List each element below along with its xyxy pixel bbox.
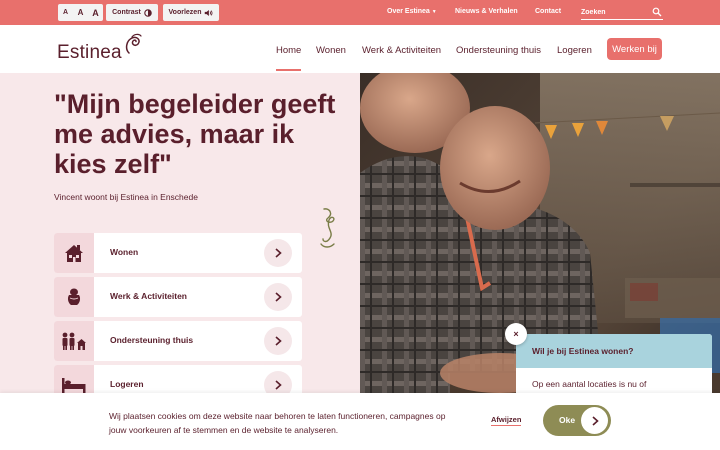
card-label: Ondersteuning thuis (110, 335, 194, 345)
font-size-small-button[interactable]: A (58, 4, 73, 21)
nav-logeren[interactable]: Logeren (557, 45, 592, 56)
card-wonen[interactable]: Wonen (54, 233, 302, 273)
nav-home[interactable]: Home (276, 45, 301, 56)
card-iconbox (54, 233, 94, 273)
nav-ondersteuning-thuis[interactable]: Ondersteuning thuis (456, 45, 541, 56)
accept-label: Oke (559, 415, 576, 425)
arrow-right-icon[interactable] (264, 283, 292, 311)
search-input[interactable] (581, 6, 647, 18)
card-ondersteuning-thuis[interactable]: Ondersteuning thuis (54, 321, 302, 361)
werken-bij-button[interactable]: Werken bij (607, 38, 662, 60)
utility-bar: A A A Contrast Voorlezen Over Estinea ▼ … (0, 0, 720, 25)
contrast-button[interactable]: Contrast (106, 4, 158, 21)
logo-swirl-icon (125, 33, 142, 54)
font-size-large-button[interactable]: A (88, 4, 103, 21)
search-icon[interactable] (652, 7, 662, 17)
nav-werk-activiteiten[interactable]: Werk & Activiteiten (362, 45, 441, 56)
chevron-down-icon: ▼ (431, 9, 437, 15)
nav-active-indicator (276, 69, 301, 71)
hero-quote: "Mijn begeleider geeft me advies, maar i… (54, 89, 336, 179)
arrow-right-icon[interactable] (264, 239, 292, 267)
card-label: Logeren (110, 379, 144, 389)
main-header: Estinea Home Wonen Werk & Activiteiten O… (0, 25, 720, 73)
font-size-medium-button[interactable]: A (73, 4, 88, 21)
search-box (581, 5, 663, 20)
reject-cookies-link[interactable]: Afwijzen (491, 415, 522, 426)
over-estinea-link[interactable]: Over Estinea ▼ (387, 8, 437, 15)
card-label: Wonen (110, 247, 139, 257)
chat-close-icon[interactable]: × (505, 323, 527, 345)
card-iconbox (54, 321, 94, 361)
over-estinea-label: Over Estinea (387, 8, 430, 15)
contrast-label: Contrast (112, 9, 141, 16)
nav-wonen[interactable]: Wonen (316, 45, 346, 56)
bed-icon (62, 378, 86, 393)
voorlezen-button[interactable]: Voorlezen (163, 4, 219, 21)
house-icon (65, 245, 83, 262)
card-label: Werk & Activiteiten (110, 291, 187, 301)
arrow-right-icon[interactable] (264, 327, 292, 355)
hands-icon (67, 288, 81, 305)
cookie-message: Wij plaatsen cookies om deze website naa… (109, 411, 446, 435)
squiggle-decoration-icon (320, 208, 335, 248)
chat-title: Wil je bij Estinea wonen? (516, 334, 712, 368)
hero-caption: Vincent woont bij Estinea in Enschede (54, 192, 198, 202)
logo-text: Estinea (57, 42, 122, 63)
estinea-logo[interactable]: Estinea (57, 33, 147, 67)
arrow-right-icon (581, 407, 608, 434)
cookie-banner: Wij plaatsen cookies om deze website naa… (0, 393, 720, 450)
family-home-icon (62, 332, 86, 350)
speaker-icon (205, 9, 213, 16)
card-werk-activiteiten[interactable]: Werk & Activiteiten (54, 277, 302, 317)
contact-link[interactable]: Contact (535, 8, 561, 15)
accept-cookies-button[interactable]: Oke (543, 405, 611, 436)
contrast-icon (144, 8, 152, 17)
voorlezen-label: Voorlezen (168, 9, 202, 16)
nieuws-link[interactable]: Nieuws & Verhalen (455, 8, 518, 15)
font-size-switcher: A A A (58, 4, 103, 21)
chat-message: Op een aantal locaties is nu of (532, 379, 647, 389)
card-iconbox (54, 277, 94, 317)
